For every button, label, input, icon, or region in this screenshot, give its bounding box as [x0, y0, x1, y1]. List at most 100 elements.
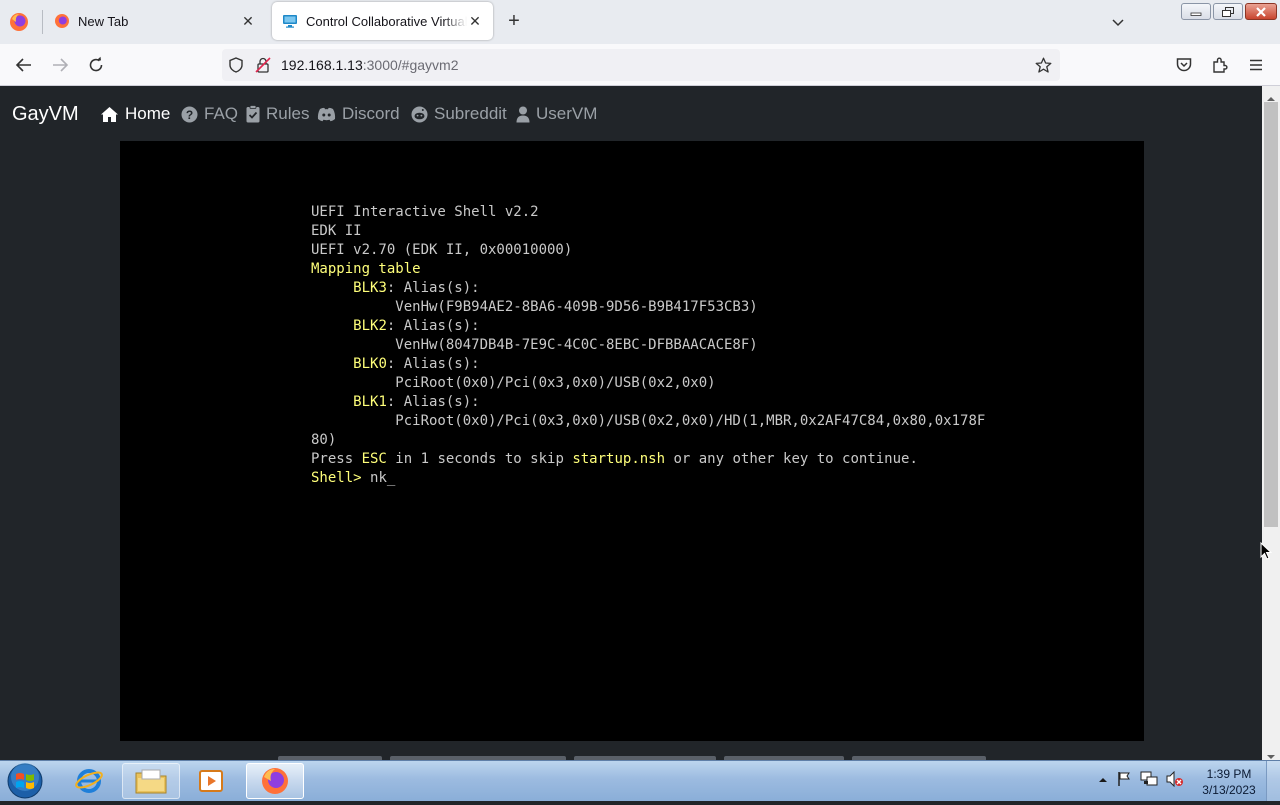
nav-discord[interactable]: Discord [317, 104, 400, 124]
page-content: GayVM Home ? FAQ Rules Discord Subreddit… [0, 86, 1262, 760]
nav-discord-label: Discord [342, 104, 400, 123]
system-clock[interactable]: 1:39 PM 3/13/2023 [1196, 766, 1262, 798]
shell-prompt: Shell> [311, 470, 371, 486]
console-line: EDK II [311, 223, 362, 239]
nav-subreddit[interactable]: Subreddit [411, 104, 507, 124]
console-line: UEFI v2.70 (EDK II, 0x00010000) [311, 242, 573, 258]
show-desktop-button[interactable] [1266, 761, 1280, 801]
tracking-protection-icon[interactable] [228, 57, 244, 78]
minimize-button[interactable] [1181, 3, 1211, 20]
nav-rules-label: Rules [266, 104, 310, 123]
network-icon[interactable] [1140, 771, 1158, 792]
tab-active[interactable]: Control Collaborative Virtual Machines ✕ [272, 2, 493, 40]
nav-subreddit-label: Subreddit [434, 104, 507, 123]
nav-faq[interactable]: ? FAQ [181, 104, 238, 124]
tab-new-tab[interactable]: New Tab ✕ [44, 2, 266, 40]
firefox-view-icon[interactable] [8, 11, 32, 33]
bookmark-star-icon[interactable] [1035, 57, 1052, 79]
scrollbar-thumb[interactable] [1264, 102, 1278, 527]
start-button[interactable] [5, 762, 47, 800]
taskbar: 1:39 PM 3/13/2023 [0, 760, 1280, 801]
url-text[interactable]: 192.168.1.13:3000/#gayvm2 [281, 57, 458, 73]
reload-icon[interactable] [84, 53, 108, 77]
restore-button[interactable] [1213, 3, 1243, 20]
file-explorer-icon[interactable] [122, 763, 180, 799]
tab-strip: New Tab ✕ Control Collaborative Virtual … [0, 0, 1280, 45]
console-device-name: BLK1 [353, 394, 387, 410]
navigation-toolbar: 192.168.1.13:3000/#gayvm2 [0, 44, 1280, 86]
console-line: in 1 seconds to skip [386, 451, 573, 467]
pocket-icon[interactable] [1172, 53, 1196, 77]
vm-display[interactable]: UEFI Interactive Shell v2.2 EDK II UEFI … [120, 141, 1144, 741]
new-tab-button[interactable]: + [504, 11, 524, 32]
show-hidden-icons-icon[interactable] [1098, 772, 1108, 790]
home-icon [100, 106, 119, 123]
console-line: : Alias(s): [386, 318, 480, 334]
console-line: or any other key to continue. [665, 451, 918, 467]
user-icon [516, 106, 530, 123]
url-path: :3000/#gayvm2 [362, 57, 459, 73]
firefox-taskbar-icon[interactable] [246, 763, 304, 799]
tab-separator [42, 10, 43, 34]
scroll-up-icon[interactable] [1266, 90, 1276, 101]
tab-title: New Tab [78, 13, 129, 29]
url-host: 192.168.1.13 [281, 57, 363, 73]
nav-uservm[interactable]: UserVM [516, 104, 597, 124]
address-bar[interactable]: 192.168.1.13:3000/#gayvm2 [222, 49, 1060, 81]
console-line: : Alias(s): [386, 356, 480, 372]
console-line: : Alias(s): [386, 280, 480, 296]
monitor-icon [282, 13, 298, 29]
site-brand[interactable]: GayVM [12, 103, 79, 126]
console-device-name: BLK3 [353, 280, 387, 296]
back-icon[interactable] [12, 53, 36, 77]
console-line: 80) [311, 432, 337, 448]
tab-title: Control Collaborative Virtual Machines [306, 13, 467, 29]
nav-rules[interactable]: Rules [246, 104, 309, 124]
console-line-heading: Mapping table [311, 261, 421, 277]
console-device-name: BLK2 [353, 318, 387, 334]
svg-text:?: ? [186, 108, 193, 122]
discord-icon [317, 107, 336, 122]
console-indent [311, 318, 353, 334]
nav-uservm-label: UserVM [536, 104, 598, 123]
console-line: VenHw(8047DB4B-7E9C-4C0C-8EBC-DFBBAACACE… [311, 337, 758, 353]
clipboard-check-icon [246, 105, 260, 123]
forward-icon[interactable] [48, 53, 72, 77]
clock-time: 1:39 PM [1206, 767, 1252, 781]
insecure-lock-icon[interactable] [255, 57, 271, 78]
console-line: VenHw(F9B94AE2-8BA6-409B-9D56-B9B417F53C… [311, 299, 758, 315]
scroll-down-icon[interactable] [1266, 748, 1276, 759]
extensions-icon[interactable] [1208, 53, 1232, 77]
console-line: UEFI Interactive Shell v2.2 [311, 204, 539, 220]
nav-home[interactable]: Home [100, 104, 170, 124]
mouse-pointer-icon [1260, 541, 1273, 560]
nav-home-label: Home [125, 104, 171, 123]
console-device-name: BLK0 [353, 356, 387, 372]
console-indent [311, 394, 353, 410]
clock-date: 3/13/2023 [1202, 783, 1256, 797]
reddit-icon [411, 106, 428, 123]
close-window-button[interactable] [1245, 3, 1277, 20]
action-center-flag-icon[interactable] [1116, 771, 1132, 792]
uefi-shell-console: UEFI Interactive Shell v2.2 EDK II UEFI … [311, 203, 985, 488]
question-circle-icon: ? [181, 106, 198, 123]
volume-muted-icon[interactable] [1166, 770, 1184, 792]
internet-explorer-icon[interactable] [60, 763, 118, 799]
console-line: PciRoot(0x0)/Pci(0x3,0x0)/USB(0x2,0x0) [311, 375, 716, 391]
console-line: Press [311, 451, 362, 467]
console-indent [311, 356, 353, 372]
menu-icon[interactable] [1244, 53, 1268, 77]
console-indent [311, 280, 353, 296]
console-line: : Alias(s): [386, 394, 480, 410]
console-line: PciRoot(0x0)/Pci(0x3,0x0)/USB(0x2,0x0)/H… [311, 413, 986, 429]
media-player-icon[interactable] [182, 763, 240, 799]
page-scrollbar[interactable] [1262, 86, 1280, 760]
nav-faq-label: FAQ [204, 104, 239, 123]
close-tab-icon[interactable]: ✕ [240, 13, 256, 29]
close-tab-icon[interactable]: ✕ [467, 13, 483, 29]
firefox-icon [54, 13, 70, 29]
list-all-tabs-icon[interactable] [1110, 14, 1130, 30]
text-cursor: _ [386, 470, 396, 486]
shell-input: nk [370, 470, 387, 486]
console-key: ESC [361, 451, 387, 467]
